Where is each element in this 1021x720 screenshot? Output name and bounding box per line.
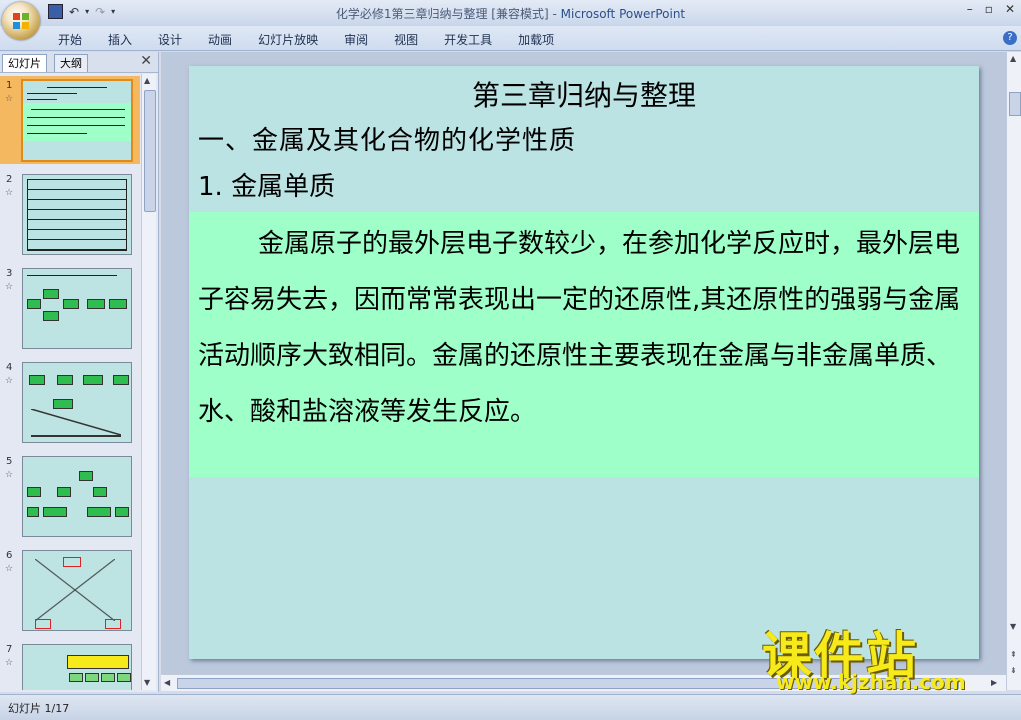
animation-star-icon: ☆ <box>5 188 14 198</box>
slide-thumbnail-row[interactable]: 1 ☆ <box>0 76 140 164</box>
slide-number: 7 <box>6 644 13 655</box>
tab-developer[interactable]: 开发工具 <box>444 31 492 48</box>
slide-thumbnail[interactable] <box>22 456 132 537</box>
title-bar: ↶ ▾ ↷ ▾ 化学必修1第三章归纳与整理 [兼容模式] - Microsoft… <box>0 0 1021 26</box>
window-controls: – ▫ ✕ <box>967 2 1015 16</box>
scroll-down-icon[interactable]: ▼ <box>144 678 150 687</box>
tab-animation[interactable]: 动画 <box>208 31 232 48</box>
slide-number: 3 <box>6 268 13 279</box>
ribbon-tabs: 开始 插入 设计 动画 幻灯片放映 审阅 视图 开发工具 加载项 <box>58 31 580 48</box>
window-title: 化学必修1第三章归纳与整理 [兼容模式] - Microsoft PowerPo… <box>0 5 1021 22</box>
slide-thumbnail-row[interactable]: 2 ☆ <box>0 170 140 258</box>
tab-review[interactable]: 审阅 <box>344 31 368 48</box>
animation-star-icon: ☆ <box>5 470 14 480</box>
scroll-up-icon[interactable]: ▲ <box>144 76 150 85</box>
office-logo-icon <box>13 13 29 29</box>
watermark-url: www.kjzhan.com <box>776 670 966 694</box>
editor-scroll-thumb[interactable] <box>1009 92 1021 116</box>
thumb-table <box>27 179 127 251</box>
slide-counter: 幻灯片 1/17 <box>8 702 70 715</box>
tab-view[interactable]: 视图 <box>394 31 418 48</box>
slide-thumbnail[interactable] <box>22 362 132 443</box>
slide-number: 4 <box>6 362 13 373</box>
slide-title[interactable]: 第三章归纳与整理 <box>189 74 979 114</box>
slide-thumbnail-row[interactable]: 4 ☆ <box>0 358 140 446</box>
slide-thumbnail[interactable] <box>21 79 133 162</box>
slide-thumbnail-row[interactable]: 6 ☆ <box>0 546 140 634</box>
slide-thumbnail-row[interactable]: 5 ☆ <box>0 452 140 540</box>
help-icon[interactable]: ? <box>1003 31 1017 45</box>
scroll-left-icon[interactable]: ◀ <box>164 678 170 687</box>
animation-star-icon: ☆ <box>5 282 14 292</box>
slide-thumbnail[interactable] <box>22 268 132 349</box>
slide-thumbnail-row[interactable]: 7 ☆ <box>0 640 140 690</box>
watermark-logo: 课件站 www.kjzhan.com <box>762 616 1012 696</box>
slide-editor: 第三章归纳与整理 一、金属及其化合物的化学性质 1. 金属单质 金属原子的最外层… <box>161 52 1006 690</box>
tab-home[interactable]: 开始 <box>58 31 82 48</box>
slide-body-text[interactable]: 金属原子的最外层电子数较少，在参加化学反应时，最外层电子容易失去，因而常常表现出… <box>198 216 974 440</box>
animation-star-icon: ☆ <box>5 658 14 668</box>
panel-scrollbar[interactable]: ▲ ▼ <box>141 74 156 690</box>
tab-slides[interactable]: 幻灯片 <box>2 54 47 72</box>
panel-tabs: 幻灯片 大纲 ✕ <box>0 52 158 73</box>
animation-star-icon: ☆ <box>5 94 14 104</box>
slide-canvas[interactable]: 第三章归纳与整理 一、金属及其化合物的化学性质 1. 金属单质 金属原子的最外层… <box>189 66 979 659</box>
tab-slideshow[interactable]: 幻灯片放映 <box>258 31 318 48</box>
animation-star-icon: ☆ <box>5 376 14 386</box>
office-button[interactable] <box>2 2 40 40</box>
panel-scroll-thumb[interactable] <box>144 90 156 212</box>
slide-number: 2 <box>6 174 13 185</box>
tab-outline[interactable]: 大纲 <box>54 54 88 72</box>
ribbon: 开始 插入 设计 动画 幻灯片放映 审阅 视图 开发工具 加载项 ? <box>0 26 1021 51</box>
slide-number: 1 <box>6 80 13 91</box>
minimize-button[interactable]: – <box>967 2 973 16</box>
slides-panel: 幻灯片 大纲 ✕ 1 ☆ 2 ☆ 3 ☆ 4 ☆ 5 ☆ 6 ☆ 7 ☆ ▲ ▼ <box>0 52 159 692</box>
thumbnail-list: 1 ☆ 2 ☆ 3 ☆ 4 ☆ 5 ☆ 6 ☆ 7 ☆ <box>0 74 140 690</box>
restore-button[interactable]: ▫ <box>985 2 993 16</box>
scroll-up-icon[interactable]: ▲ <box>1010 54 1016 63</box>
status-bar: 幻灯片 1/17 <box>0 694 1021 720</box>
app-name: Microsoft PowerPoint <box>560 7 686 21</box>
slide-number: 5 <box>6 456 13 467</box>
slide-body-box[interactable]: 金属原子的最外层电子数较少，在参加化学反应时，最外层电子容易失去，因而常常表现出… <box>189 212 979 477</box>
close-button[interactable]: ✕ <box>1005 2 1015 16</box>
tab-addins[interactable]: 加载项 <box>518 31 554 48</box>
panel-close-icon[interactable]: ✕ <box>140 53 152 69</box>
document-title: 化学必修1第三章归纳与整理 [兼容模式] - <box>335 7 561 21</box>
animation-star-icon: ☆ <box>5 564 14 574</box>
slide-thumbnail[interactable] <box>22 174 132 255</box>
slide-thumbnail-row[interactable]: 3 ☆ <box>0 264 140 352</box>
slide-number: 6 <box>6 550 13 561</box>
slide-heading-2[interactable]: 1. 金属单质 <box>198 166 335 203</box>
editor-vertical-scrollbar[interactable]: ▲ ▼ ⇞ ⇟ <box>1006 52 1021 690</box>
slide-heading-1[interactable]: 一、金属及其化合物的化学性质 <box>198 120 576 157</box>
tab-insert[interactable]: 插入 <box>108 31 132 48</box>
tab-design[interactable]: 设计 <box>158 31 182 48</box>
slide-thumbnail[interactable] <box>22 550 132 631</box>
slide-thumbnail[interactable] <box>22 644 132 690</box>
